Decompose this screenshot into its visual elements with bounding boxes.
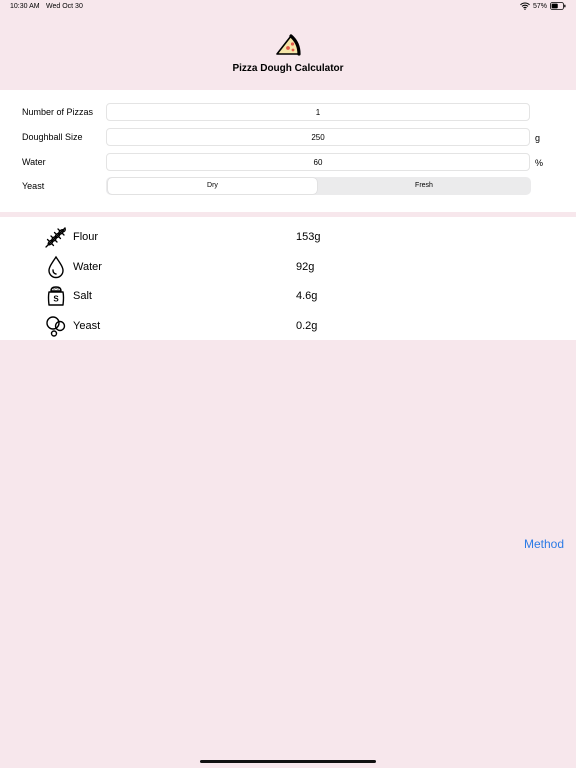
yeast-type-segmented-control: Dry Fresh (106, 177, 531, 195)
pizza-slice-icon (273, 30, 303, 58)
salt-shaker-icon: S (44, 284, 68, 308)
doughball-size-input[interactable]: 250 (106, 128, 530, 146)
pizzas-label: Number of Pizzas (22, 107, 94, 117)
pizzas-input[interactable]: 1 (106, 103, 530, 121)
water-label: Water (22, 157, 46, 167)
status-bar: 10:30 AM Wed Oct 30 57% (0, 0, 576, 14)
water-percent-input[interactable]: 60 (106, 153, 530, 171)
water-result-label: Water (73, 261, 102, 273)
yeast-result-label: Yeast (73, 320, 101, 332)
doughball-label: Doughball Size (22, 132, 83, 142)
wheat-icon (44, 225, 68, 249)
yeast-row: Yeast Dry Fresh (0, 177, 576, 197)
status-indicators: 57% (520, 2, 566, 10)
status-date: Wed Oct 30 (46, 3, 83, 10)
method-link[interactable]: Method (524, 537, 564, 551)
salt-amount: 4.6g (296, 290, 318, 302)
yeast-bubbles-icon (44, 314, 68, 338)
result-row-yeast: Yeast 0.2g (0, 312, 576, 340)
status-time: 10:30 AM (10, 3, 40, 10)
water-unit: % (535, 158, 544, 168)
flour-label: Flour (73, 231, 99, 243)
yeast-label: Yeast (22, 181, 45, 191)
dough-settings-form: Number of Pizzas 1 Doughball Size 250 g … (0, 90, 576, 212)
doughball-row: Doughball Size 250 g (0, 128, 576, 148)
battery-percent: 57% (532, 2, 547, 10)
result-row-water: Water 92g (0, 253, 576, 281)
yeast-option-dry[interactable]: Dry (108, 178, 317, 194)
water-row: Water 60 % (0, 153, 576, 173)
yeast-amount: 0.2g (296, 320, 318, 332)
result-row-flour: Flour 153g (0, 223, 576, 251)
app-header: Pizza Dough Calculator (0, 14, 576, 90)
salt-label: Salt (73, 290, 92, 302)
wifi-icon (520, 2, 530, 10)
flour-amount: 153g (296, 231, 321, 243)
result-row-salt: S Salt 4.6g (0, 282, 576, 310)
water-drop-icon (44, 255, 68, 279)
battery-icon (550, 2, 566, 10)
doughball-unit: g (535, 133, 541, 143)
svg-text:S: S (53, 295, 59, 304)
yeast-option-fresh[interactable]: Fresh (319, 178, 529, 194)
water-amount: 92g (296, 261, 315, 273)
ingredient-results: Flour 153g Water 92g S Salt 4.6g Yeast 0… (0, 217, 576, 340)
page-title: Pizza Dough Calculator (232, 63, 344, 74)
pizzas-row: Number of Pizzas 1 (0, 103, 576, 123)
home-indicator[interactable] (200, 760, 376, 763)
